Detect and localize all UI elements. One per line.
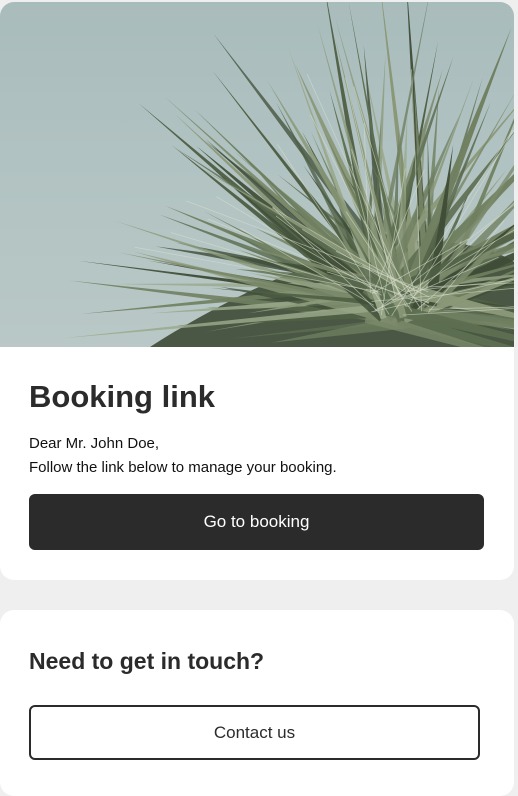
instruction-text: Follow the link below to manage your boo… [29,459,337,476]
contact-us-button[interactable]: Contact us [29,705,480,760]
hero-image [0,2,514,347]
greeting-text: Dear Mr. John Doe, [29,435,160,452]
go-to-booking-button[interactable]: Go to booking [29,494,484,550]
palm-plant-illustration [63,2,514,347]
contact-heading: Need to get in touch? [29,648,265,674]
page-title: Booking link [29,379,215,414]
contact-card: Need to get in touch? Contact us [0,610,514,796]
booking-card: Booking link Dear Mr. John Doe, Follow t… [0,2,514,580]
